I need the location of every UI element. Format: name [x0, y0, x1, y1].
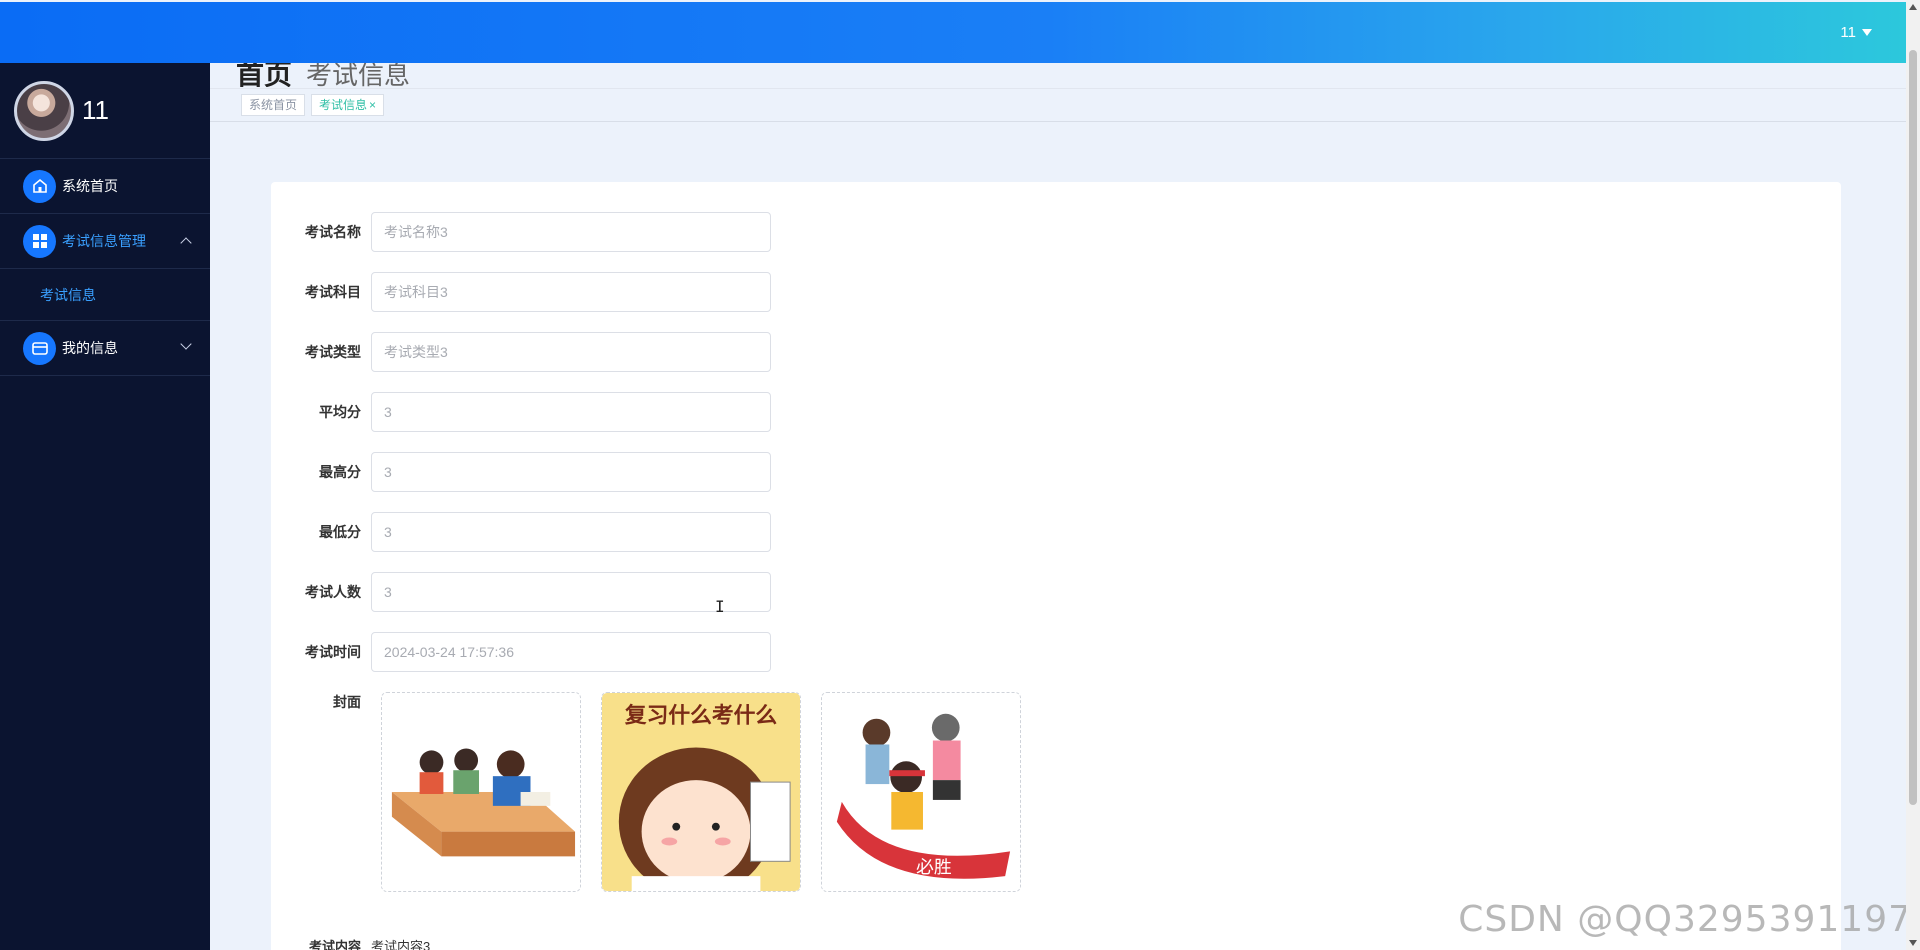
sidebar-subitem-label: 考试信息: [40, 286, 96, 303]
avatar: [14, 80, 74, 141]
home-icon: [23, 169, 56, 203]
field-label: 考试名称: [305, 224, 361, 240]
page-title: 首页: [236, 63, 293, 87]
tag-label: 考试信息: [319, 98, 368, 112]
form-row-count: 考试人数 3: [271, 572, 771, 612]
user-dropdown[interactable]: 11: [1840, 24, 1872, 41]
page-subtitle: 考试信息: [306, 63, 411, 87]
sidebar-profile: 11: [0, 63, 210, 159]
sidebar: 11 系统首页 考试信息管理 考试信息 我的信息: [0, 63, 210, 950]
cover-image[interactable]: [381, 692, 581, 892]
grid-icon: [23, 224, 56, 258]
cover-image[interactable]: 复习什么考什么: [601, 692, 801, 892]
scroll-up-icon[interactable]: [1909, 4, 1917, 10]
tags-bar: 系统首页 考试信息 ×: [210, 88, 1906, 122]
form-row-lowest: 最低分 3: [271, 512, 771, 552]
form-row-highest: 最高分 3: [271, 452, 771, 492]
sidebar-item-home[interactable]: 系统首页: [0, 159, 210, 214]
profile-name: 11: [82, 95, 109, 125]
field-label: 考试人数: [305, 584, 361, 600]
field-label: 最低分: [319, 524, 361, 540]
content-row: 考试内容 考试内容3: [271, 936, 430, 950]
chevron-down-icon: [180, 338, 192, 350]
breadcrumb: 首页 考试信息: [236, 63, 410, 87]
chevron-up-icon: [180, 237, 192, 249]
exam-subject-field[interactable]: 考试科目3: [371, 272, 771, 312]
average-score-field[interactable]: 3: [371, 392, 771, 432]
caret-down-icon: [1862, 29, 1872, 36]
tag-exam-info[interactable]: 考试信息 ×: [311, 94, 385, 116]
svg-text:复习什么考什么: 复习什么考什么: [624, 703, 778, 729]
page-header: 首页 考试信息: [210, 63, 1906, 87]
form-row-type: 考试类型 考试类型3: [271, 332, 771, 372]
content-value: 考试内容3: [371, 939, 431, 950]
scrollbar-thumb[interactable]: [1909, 50, 1917, 805]
form-row-subject: 考试科目 考试科目3: [271, 272, 771, 312]
form-row-average: 平均分 3: [271, 392, 771, 432]
field-label: 最高分: [319, 464, 361, 480]
tag-home[interactable]: 系统首页: [241, 94, 306, 116]
form-row-time: 考试时间 2024-03-24 17:57:36: [271, 632, 771, 672]
highest-score-field[interactable]: 3: [371, 452, 771, 492]
top-header-bar: 11: [0, 2, 1906, 63]
cover-gallery: 复习什么考什么 必胜: [381, 692, 1021, 892]
watermark: CSDN @QQ3295391197: [1458, 899, 1912, 940]
sidebar-item-label: 考试信息管理: [62, 233, 146, 249]
text-cursor-icon: I: [715, 597, 725, 616]
field-label: 平均分: [319, 404, 361, 420]
exam-time-field[interactable]: 2024-03-24 17:57:36: [371, 632, 771, 672]
card-icon: [23, 331, 56, 365]
cover-label: 封面: [333, 694, 361, 710]
exam-name-field[interactable]: 考试名称3: [371, 212, 771, 252]
vertical-scrollbar[interactable]: [1906, 0, 1920, 950]
content-label: 考试内容: [308, 939, 361, 950]
exam-detail-card: 考试名称 考试名称3 考试科目 考试科目3 考试类型 考试类型3 平均分 3 最…: [271, 182, 1841, 950]
sidebar-subitem-exam-info[interactable]: 考试信息: [0, 269, 210, 321]
exam-count-field[interactable]: 3: [371, 572, 771, 612]
field-label: 考试科目: [305, 284, 361, 300]
sidebar-item-exam-management[interactable]: 考试信息管理: [0, 214, 210, 269]
close-icon[interactable]: ×: [369, 98, 376, 112]
cover-image[interactable]: 必胜: [821, 692, 1021, 892]
sidebar-item-label: 系统首页: [62, 178, 118, 194]
form-row-name: 考试名称 考试名称3: [271, 212, 771, 252]
scroll-down-icon[interactable]: [1909, 940, 1917, 946]
field-label: 考试类型: [305, 344, 361, 360]
username-label: 11: [1840, 24, 1856, 41]
svg-text:必胜: 必胜: [916, 857, 952, 878]
sidebar-item-label: 我的信息: [62, 340, 118, 356]
lowest-score-field[interactable]: 3: [371, 512, 771, 552]
sidebar-item-my-info[interactable]: 我的信息: [0, 321, 210, 376]
exam-type-field[interactable]: 考试类型3: [371, 332, 771, 372]
tag-label: 系统首页: [249, 98, 298, 112]
field-label: 考试时间: [305, 644, 361, 660]
